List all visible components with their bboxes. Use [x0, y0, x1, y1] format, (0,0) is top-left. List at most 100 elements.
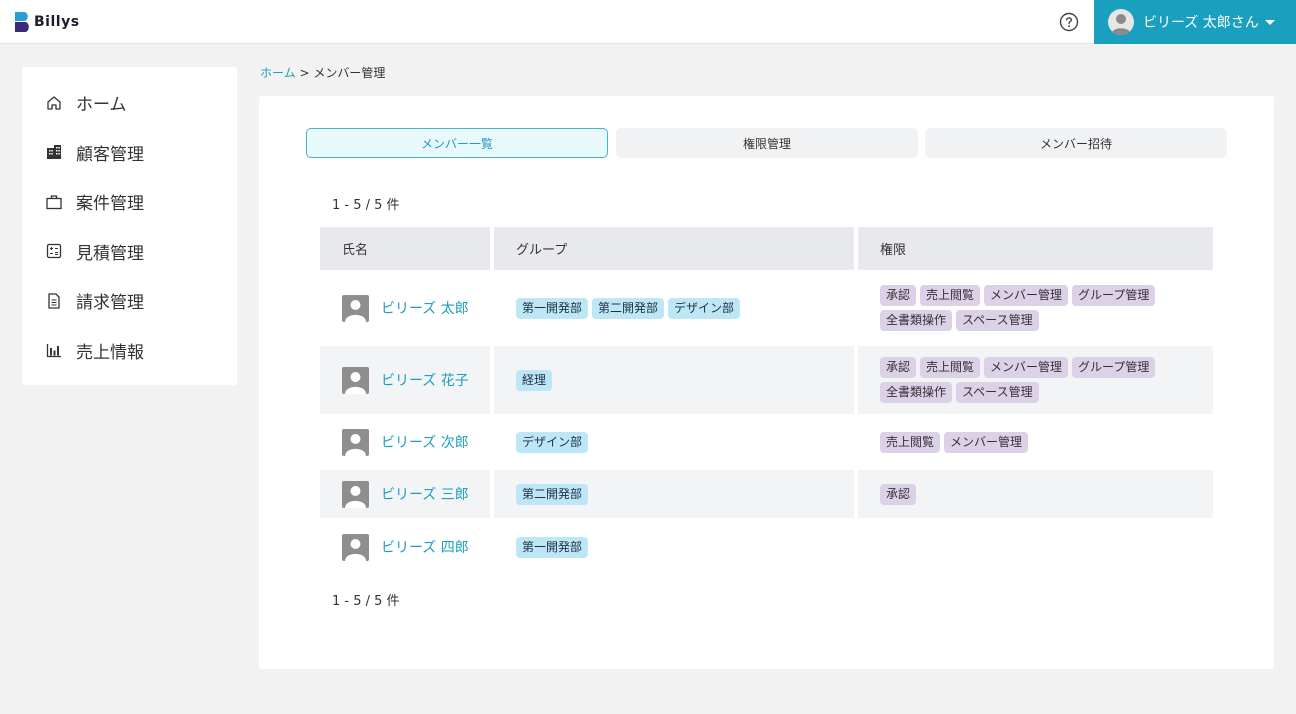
app-logo-text: Billys [34, 14, 80, 30]
cell-permissions [858, 518, 1213, 576]
group-tag-list: 第一開発部 第二開発部 デザイン部 [516, 297, 741, 319]
briefcase-icon [46, 195, 62, 209]
user-silhouette-icon [345, 485, 366, 508]
cell-permissions: 売上閲覧 メンバー管理 [858, 414, 1213, 470]
user-silhouette-icon [345, 538, 366, 561]
sidebar-item-sales[interactable]: 売上情報 [22, 326, 237, 376]
cell-permissions: 承認 [858, 470, 1213, 518]
permission-tag-list: 売上閲覧 メンバー管理 [880, 431, 1190, 453]
permission-tag: 全書類操作 [880, 310, 953, 331]
chevron-down-icon [1264, 19, 1275, 25]
group-tag: 第一開発部 [516, 297, 589, 319]
permission-tag: 承認 [880, 285, 917, 306]
user-silhouette-icon [345, 433, 366, 456]
table-row: ビリーズ 太郎 第一開発部 第二開発部 デザイン部 承認 売上閲覧 メンバー管理 グループ管理… [320, 270, 1213, 346]
user-avatar-icon [1111, 14, 1131, 35]
permission-tag-list: 承認 売上閲覧 メンバー管理 グループ管理全書類操作 スペース管理 [880, 285, 1190, 331]
cell-permissions: 承認 売上閲覧 メンバー管理 グループ管理全書類操作 スペース管理 [858, 270, 1213, 346]
table-row: ビリーズ 次郎 デザイン部 売上閲覧 メンバー管理 [320, 414, 1213, 470]
sidebar-item-label: 顧客管理 [76, 144, 144, 165]
sidebar: ホーム 顧客管理 案件管理 見積管理 請求管理 売上情報 [22, 67, 237, 385]
member-avatar [342, 366, 369, 394]
permission-tag: 全書類操作 [880, 382, 953, 403]
column-header-name: 氏名 [320, 227, 490, 270]
cell-groups: 第二開発部 [494, 470, 854, 518]
breadcrumb-separator: > [299, 66, 310, 80]
cell-name: ビリーズ 花子 [320, 346, 490, 414]
table-header: 氏名 グループ 権限 [320, 227, 1213, 270]
sidebar-item-projects[interactable]: 案件管理 [22, 177, 237, 227]
sidebar-item-estimates[interactable]: 見積管理 [22, 227, 237, 277]
group-tag-list: 第二開発部 [516, 483, 589, 505]
group-tag: デザイン部 [516, 431, 589, 453]
billys-logo-icon [15, 12, 29, 32]
table-row: ビリーズ 四郎 第一開発部 [320, 518, 1213, 576]
user-silhouette-icon [345, 371, 366, 394]
sidebar-item-label: 売上情報 [76, 342, 144, 363]
cell-groups: 経理 [494, 346, 854, 414]
column-header-permission: 権限 [858, 227, 1213, 270]
tab-permissions[interactable]: 権限管理 [616, 128, 918, 158]
permission-tag-list: 承認 [880, 483, 1190, 505]
breadcrumb-home-link[interactable]: ホーム [260, 66, 296, 80]
cell-groups: 第一開発部 [494, 518, 854, 576]
user-name: ビリーズ 太郎さん [1143, 15, 1259, 31]
sidebar-item-label: 見積管理 [76, 243, 144, 264]
cell-name: ビリーズ 四郎 [320, 518, 490, 576]
member-list-card: メンバー一覧 権限管理 メンバー招待 1 - 5 / 5 件 氏名 グループ 権… [259, 96, 1274, 669]
breadcrumb-current: メンバー管理 [313, 66, 386, 80]
result-count-bottom: 1 - 5 / 5 件 [332, 594, 400, 609]
permission-tag: 売上閲覧 [880, 431, 941, 453]
table-row: ビリーズ 花子 経理 承認 売上閲覧 メンバー管理 グループ管理全書類操作 スペース管理 [320, 346, 1213, 414]
permission-tag: グループ管理 [1072, 285, 1156, 306]
member-name-link[interactable]: ビリーズ 次郎 [381, 432, 469, 452]
member-name-link[interactable]: ビリーズ 太郎 [381, 298, 469, 318]
group-tag: 第二開発部 [592, 297, 665, 319]
help-icon[interactable] [1059, 12, 1079, 32]
document-icon [48, 293, 60, 309]
group-tag: 経理 [516, 369, 553, 391]
column-header-group: グループ [494, 227, 854, 270]
sidebar-item-label: 請求管理 [76, 293, 144, 314]
group-tag: 第二開発部 [516, 483, 589, 505]
table-row: ビリーズ 三郎 第二開発部 承認 [320, 470, 1213, 518]
tab-member-invite[interactable]: メンバー招待 [925, 128, 1227, 158]
tab-member-list[interactable]: メンバー一覧 [306, 128, 608, 158]
user-silhouette-icon [345, 299, 366, 322]
member-name-link[interactable]: ビリーズ 花子 [381, 370, 469, 390]
group-tag-list: 経理 [516, 369, 553, 391]
sidebar-item-invoices[interactable]: 請求管理 [22, 276, 237, 326]
sidebar-item-label: 案件管理 [76, 194, 144, 215]
member-avatar [342, 428, 369, 456]
member-avatar [342, 294, 369, 322]
sidebar-item-home[interactable]: ホーム [22, 78, 237, 128]
permission-tag: グループ管理 [1072, 357, 1156, 378]
user-avatar [1108, 9, 1134, 35]
permission-tag-list: 承認 売上閲覧 メンバー管理 グループ管理全書類操作 スペース管理 [880, 357, 1190, 403]
permission-tag: メンバー管理 [984, 285, 1069, 306]
permission-tag: 売上閲覧 [920, 357, 981, 378]
user-menu-button[interactable]: ビリーズ 太郎さん [1094, 0, 1296, 44]
tab-bar: メンバー一覧 権限管理 メンバー招待 [306, 128, 1227, 158]
group-tag-list: デザイン部 [516, 431, 589, 453]
member-name-link[interactable]: ビリーズ 四郎 [381, 537, 469, 557]
app-logo[interactable]: Billys [13, 11, 80, 33]
group-tag: 第一開発部 [516, 536, 589, 558]
permission-tag: メンバー管理 [984, 357, 1069, 378]
bar-chart-icon [46, 344, 61, 358]
breadcrumb: ホーム > メンバー管理 [260, 64, 385, 81]
cell-permissions: 承認 売上閲覧 メンバー管理 グループ管理全書類操作 スペース管理 [858, 346, 1213, 414]
permission-tag: スペース管理 [956, 382, 1039, 403]
member-avatar [342, 533, 369, 561]
permission-tag: 売上閲覧 [920, 285, 981, 306]
table-body: ビリーズ 太郎 第一開発部 第二開発部 デザイン部 承認 売上閲覧 メンバー管理 グループ管理… [320, 270, 1213, 576]
cell-name: ビリーズ 三郎 [320, 470, 490, 518]
permission-tag: メンバー管理 [944, 431, 1029, 453]
permission-tag: 承認 [880, 357, 917, 378]
permission-tag: スペース管理 [956, 310, 1039, 331]
top-header: Billys ビリーズ 太郎さん [0, 0, 1296, 44]
group-tag-list: 第一開発部 [516, 536, 589, 558]
member-name-link[interactable]: ビリーズ 三郎 [381, 484, 469, 504]
cell-name: ビリーズ 太郎 [320, 270, 490, 346]
sidebar-item-customers[interactable]: 顧客管理 [22, 128, 237, 178]
